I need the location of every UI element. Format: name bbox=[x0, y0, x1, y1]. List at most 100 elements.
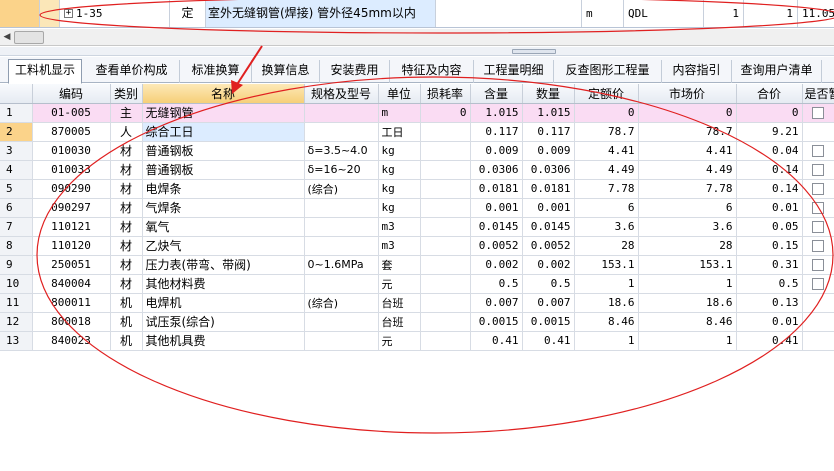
resource-spec[interactable] bbox=[304, 103, 379, 123]
resource-category[interactable]: 材 bbox=[110, 160, 143, 180]
resource-quantity[interactable]: 0.0145 bbox=[522, 217, 575, 237]
quota-qty[interactable]: 1 bbox=[704, 0, 744, 27]
resource-quota-price[interactable]: 1 bbox=[574, 331, 639, 351]
resource-quantity[interactable]: 0.0306 bbox=[522, 160, 575, 180]
resource-market-price[interactable]: 1 bbox=[638, 274, 737, 294]
resource-total[interactable]: 0.04 bbox=[736, 141, 803, 161]
resource-category[interactable]: 材 bbox=[110, 217, 143, 237]
resource-code[interactable]: 01-005 bbox=[32, 103, 111, 123]
table-row[interactable]: 8 110120 材乙炔气 m3 0.0052 0.0052 28 28 0.15 bbox=[0, 236, 834, 256]
tab-query-user-list[interactable]: 查询用户清单 bbox=[732, 60, 822, 83]
resource-quota-price[interactable]: 1 bbox=[574, 274, 639, 294]
resource-quota-price[interactable]: 78.7 bbox=[574, 122, 639, 142]
resource-code[interactable]: 090297 bbox=[32, 198, 111, 218]
resource-spec[interactable] bbox=[304, 331, 379, 351]
resource-content[interactable]: 0.0181 bbox=[470, 179, 523, 199]
resource-name[interactable]: 其他材料费 bbox=[142, 274, 305, 294]
tab-features-content[interactable]: 特征及内容 bbox=[390, 60, 474, 83]
provisional-checkbox[interactable] bbox=[812, 145, 824, 157]
resource-quantity[interactable]: 0.0015 bbox=[522, 312, 575, 332]
resource-unit[interactable]: kg bbox=[378, 198, 421, 218]
resource-code[interactable]: 800011 bbox=[32, 293, 111, 313]
horizontal-scrollbar[interactable]: ◀ bbox=[0, 29, 834, 46]
resource-category[interactable]: 材 bbox=[110, 141, 143, 161]
resource-content[interactable]: 0.002 bbox=[470, 255, 523, 275]
resource-unit[interactable]: kg bbox=[378, 179, 421, 199]
provisional-checkbox[interactable] bbox=[812, 259, 824, 271]
column-header-code[interactable]: 编码 bbox=[32, 84, 111, 104]
resource-unit[interactable]: 工日 bbox=[378, 122, 421, 142]
resource-category[interactable]: 材 bbox=[110, 179, 143, 199]
tab-quantity-detail[interactable]: 工程量明细 bbox=[474, 60, 554, 83]
resource-market-price[interactable]: 153.1 bbox=[638, 255, 737, 275]
resource-market-price[interactable]: 1 bbox=[638, 331, 737, 351]
resource-total[interactable]: 0.14 bbox=[736, 179, 803, 199]
resource-loss-rate[interactable] bbox=[420, 274, 471, 294]
table-row[interactable]: 9 250051 材压力表(带弯、带阀) 0~1.6MPa 套 0.002 0.002 153… bbox=[0, 255, 834, 275]
tab-unit-price-composition[interactable]: 查看单价构成 bbox=[84, 60, 180, 83]
resource-code[interactable]: 800018 bbox=[32, 312, 111, 332]
column-header-provisional[interactable]: 是否暂估 bbox=[802, 84, 834, 104]
resource-loss-rate[interactable] bbox=[420, 236, 471, 256]
resource-market-price[interactable]: 3.6 bbox=[638, 217, 737, 237]
resource-total[interactable]: 0.01 bbox=[736, 198, 803, 218]
resource-content[interactable]: 1.015 bbox=[470, 103, 523, 123]
tab-content-guide[interactable]: 内容指引 bbox=[662, 60, 732, 83]
resource-unit[interactable]: kg bbox=[378, 141, 421, 161]
provisional-checkbox[interactable] bbox=[812, 221, 824, 233]
provisional-cell[interactable] bbox=[802, 312, 834, 332]
provisional-cell[interactable] bbox=[802, 274, 834, 294]
resource-loss-rate[interactable] bbox=[420, 160, 471, 180]
resource-quota-price[interactable]: 8.46 bbox=[574, 312, 639, 332]
resource-name[interactable]: 普通钢板 bbox=[142, 141, 305, 161]
resource-name[interactable]: 压力表(带弯、带阀) bbox=[142, 255, 305, 275]
resource-quantity[interactable]: 0.007 bbox=[522, 293, 575, 313]
provisional-cell[interactable] bbox=[802, 217, 834, 237]
resource-content[interactable]: 0.001 bbox=[470, 198, 523, 218]
expand-toggle-icon[interactable]: + bbox=[64, 9, 73, 18]
column-header-quantity[interactable]: 数量 bbox=[522, 84, 575, 104]
resource-category[interactable]: 机 bbox=[110, 331, 143, 351]
table-row[interactable]: 11 800011 机电焊机 (综合) 台班 0.007 0.007 18.6 18.6 0.13 bbox=[0, 293, 834, 313]
resource-spec[interactable]: (综合) bbox=[304, 179, 379, 199]
resource-loss-rate[interactable] bbox=[420, 179, 471, 199]
resource-market-price[interactable]: 7.78 bbox=[638, 179, 737, 199]
resource-content[interactable]: 0.0145 bbox=[470, 217, 523, 237]
resource-spec[interactable] bbox=[304, 217, 379, 237]
resource-market-price[interactable]: 0 bbox=[638, 103, 737, 123]
column-header-category[interactable]: 类别 bbox=[110, 84, 143, 104]
provisional-cell[interactable] bbox=[802, 141, 834, 161]
resource-content[interactable]: 0.117 bbox=[470, 122, 523, 142]
pane-splitter[interactable] bbox=[0, 47, 834, 56]
resource-category[interactable]: 人 bbox=[110, 122, 143, 142]
table-row[interactable]: 10 840004 材其他材料费元 0.5 0.5 1 1 0.5 bbox=[0, 274, 834, 294]
resource-quota-price[interactable]: 28 bbox=[574, 236, 639, 256]
resource-code[interactable]: 010033 bbox=[32, 160, 111, 180]
resource-quota-price[interactable]: 0 bbox=[574, 103, 639, 123]
scrollbar-thumb[interactable] bbox=[14, 31, 44, 44]
column-header-total[interactable]: 合价 bbox=[736, 84, 803, 104]
table-row[interactable]: 7 110121 材氧气 m3 0.0145 0.0145 3.6 3.6 0.05 bbox=[0, 217, 834, 237]
resource-quantity[interactable]: 0.5 bbox=[522, 274, 575, 294]
resource-quota-price[interactable]: 18.6 bbox=[574, 293, 639, 313]
resource-unit[interactable]: 元 bbox=[378, 331, 421, 351]
resource-market-price[interactable]: 4.41 bbox=[638, 141, 737, 161]
provisional-checkbox[interactable] bbox=[812, 202, 824, 214]
resource-category[interactable]: 材 bbox=[110, 198, 143, 218]
resource-loss-rate[interactable] bbox=[420, 122, 471, 142]
resource-content[interactable]: 0.5 bbox=[470, 274, 523, 294]
resource-content[interactable]: 0.0306 bbox=[470, 160, 523, 180]
resource-quota-price[interactable]: 4.49 bbox=[574, 160, 639, 180]
column-header-loss-rate[interactable]: 损耗率 bbox=[420, 84, 471, 104]
column-header-quota-price[interactable]: 定额价 bbox=[574, 84, 639, 104]
resource-category[interactable]: 主 bbox=[110, 103, 143, 123]
resource-market-price[interactable]: 28 bbox=[638, 236, 737, 256]
resource-total[interactable]: 0.5 bbox=[736, 274, 803, 294]
column-header-name[interactable]: 名称 bbox=[142, 84, 305, 104]
resource-loss-rate[interactable] bbox=[420, 293, 471, 313]
resource-quota-price[interactable]: 7.78 bbox=[574, 179, 639, 199]
resource-quota-price[interactable]: 153.1 bbox=[574, 255, 639, 275]
resource-name[interactable]: 氧气 bbox=[142, 217, 305, 237]
provisional-cell[interactable] bbox=[802, 122, 834, 142]
splitter-grip-icon[interactable] bbox=[512, 49, 556, 54]
